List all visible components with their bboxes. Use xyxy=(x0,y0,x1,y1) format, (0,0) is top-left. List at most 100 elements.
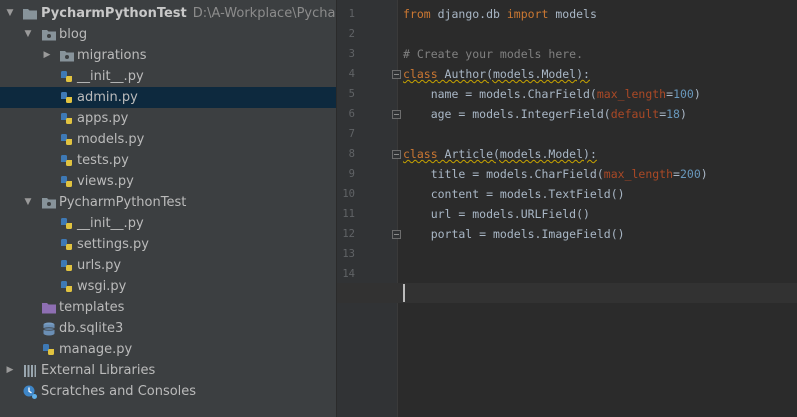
code-line[interactable]: title = models.CharField(max_length=200) xyxy=(403,164,708,184)
code-token: age = models.IntegerField( xyxy=(403,107,611,121)
code-token: ) xyxy=(679,107,687,121)
tree-item-label: apps.py xyxy=(77,111,129,126)
fold-marker-icon[interactable] xyxy=(392,70,401,79)
tree-row-pkg-init[interactable]: __init__.py xyxy=(0,213,336,234)
collapsed-arrow-icon[interactable]: ▶ xyxy=(41,45,53,66)
line-number: 14 xyxy=(342,268,355,280)
line-number-gutter: 123456789101112131415 xyxy=(337,0,398,417)
line-number: 9 xyxy=(348,168,355,180)
tree-row-admin-py[interactable]: admin.py xyxy=(0,87,336,108)
code-line[interactable]: # Create your models here. xyxy=(403,44,583,64)
line-number: 1 xyxy=(348,8,355,20)
code-token: portal = models.ImageField() xyxy=(403,227,625,241)
code-line[interactable]: class Article(models.Model): xyxy=(403,144,597,164)
expanded-arrow-icon[interactable]: ▼ xyxy=(22,24,34,45)
tree-row-project-root[interactable]: ▼ PycharmPythonTest D:\A-Workplace\Pychar… xyxy=(0,3,336,24)
python-file-icon xyxy=(43,344,54,355)
python-file-icon xyxy=(61,92,72,103)
tree-item-label: manage.py xyxy=(59,342,133,357)
tree-row-settings-py[interactable]: settings.py xyxy=(0,234,336,255)
python-file-icon xyxy=(61,113,72,124)
tree-item-label: blog xyxy=(59,27,88,42)
scratches-icon xyxy=(23,385,37,399)
fold-marker-icon[interactable] xyxy=(392,230,401,239)
tree-item-label: templates xyxy=(59,300,125,315)
code-line[interactable]: from django.db import models xyxy=(403,4,597,24)
line-number: 13 xyxy=(342,248,355,260)
code-token: 200 xyxy=(679,167,701,181)
code-token: ) xyxy=(700,167,708,181)
tree-row-pycharmpythontest-package[interactable]: ▼ PycharmPythonTest xyxy=(0,192,336,213)
collapsed-arrow-icon[interactable]: ▶ xyxy=(4,360,16,381)
tree-row-urls-py[interactable]: urls.py xyxy=(0,255,336,276)
tree-item-label: __init__.py xyxy=(77,216,144,231)
python-file-icon xyxy=(61,71,72,82)
tree-item-label: views.py xyxy=(77,174,134,189)
expanded-arrow-icon[interactable]: ▼ xyxy=(22,192,34,213)
tree-item-label: __init__.py xyxy=(77,69,144,84)
fold-marker-icon[interactable] xyxy=(392,110,401,119)
project-root-path: D:\A-Workplace\PycharmPyth xyxy=(192,6,336,21)
tree-row-db-sqlite3[interactable]: db.sqlite3 xyxy=(0,318,336,339)
code-line[interactable]: age = models.IntegerField(default=18) xyxy=(403,104,687,124)
code-line[interactable]: name = models.CharField(max_length=100) xyxy=(403,84,701,104)
code-token: content = models.TextField() xyxy=(403,187,625,201)
code-line[interactable]: portal = models.ImageField() xyxy=(403,224,625,244)
line-number: 8 xyxy=(348,148,355,160)
code-token: max_length xyxy=(603,167,674,181)
code-token: class xyxy=(403,67,438,81)
templates-folder-icon xyxy=(42,303,56,314)
line-number: 5 xyxy=(348,88,355,100)
code-line[interactable]: url = models.URLField() xyxy=(403,204,590,224)
code-token: 18 xyxy=(666,107,680,121)
tree-row-blog-init[interactable]: __init__.py xyxy=(0,66,336,87)
code-editor[interactable]: 123456789101112131415 from django.db imp… xyxy=(337,0,797,417)
code-token: Author(models.Model): xyxy=(437,67,590,81)
tree-item-label: Scratches and Consoles xyxy=(41,384,197,399)
package-folder-icon xyxy=(60,51,74,62)
database-icon xyxy=(43,322,55,336)
project-tool-window: ▼ PycharmPythonTest D:\A-Workplace\Pychar… xyxy=(0,0,336,417)
code-token: name = models.CharField( xyxy=(403,87,597,101)
expanded-arrow-icon[interactable]: ▼ xyxy=(4,3,16,24)
code-line[interactable]: content = models.TextField() xyxy=(403,184,625,204)
line-number: 10 xyxy=(342,188,355,200)
tree-row-templates[interactable]: templates xyxy=(0,297,336,318)
tree-item-label: admin.py xyxy=(77,90,138,105)
code-token: title = models.CharField( xyxy=(403,167,604,181)
python-file-icon xyxy=(61,260,72,271)
line-number: 4 xyxy=(348,68,355,80)
tree-row-tests-py[interactable]: tests.py xyxy=(0,150,336,171)
code-token: Article(models.Model): xyxy=(437,147,597,161)
tree-row-apps-py[interactable]: apps.py xyxy=(0,108,336,129)
tree-row-scratches-and-consoles[interactable]: Scratches and Consoles xyxy=(0,381,336,402)
code-token: max_length xyxy=(596,87,667,101)
folder-icon xyxy=(23,9,37,20)
python-file-icon xyxy=(61,134,72,145)
tree-item-label: urls.py xyxy=(77,258,122,273)
code-token: url = models.URLField() xyxy=(403,207,590,221)
tree-item-label: migrations xyxy=(77,48,147,63)
code-token: django.db xyxy=(430,7,507,21)
code-line[interactable]: class Author(models.Model): xyxy=(403,64,590,84)
code-token: import xyxy=(506,7,549,21)
fold-marker-icon[interactable] xyxy=(392,150,401,159)
tree-row-wsgi-py[interactable]: wsgi.py xyxy=(0,276,336,297)
tree-row-external-libraries[interactable]: ▶ External Libraries xyxy=(0,360,336,381)
code-token: from xyxy=(403,7,431,21)
tree-row-migrations[interactable]: ▶ migrations xyxy=(0,45,336,66)
package-folder-icon xyxy=(42,30,56,41)
python-file-icon xyxy=(61,281,72,292)
line-number: 3 xyxy=(348,48,355,60)
project-root-label: PycharmPythonTest xyxy=(41,6,187,21)
tree-row-views-py[interactable]: views.py xyxy=(0,171,336,192)
tree-item-label: PycharmPythonTest xyxy=(59,195,187,210)
tree-row-blog[interactable]: ▼ blog xyxy=(0,24,336,45)
library-icon xyxy=(24,365,36,377)
tree-row-manage-py[interactable]: manage.py xyxy=(0,339,336,360)
tree-item-label: db.sqlite3 xyxy=(59,321,124,336)
python-file-icon xyxy=(61,218,72,229)
tree-row-models-py[interactable]: models.py xyxy=(0,129,336,150)
tree-item-label: models.py xyxy=(77,132,145,147)
code-token: = xyxy=(673,167,680,181)
